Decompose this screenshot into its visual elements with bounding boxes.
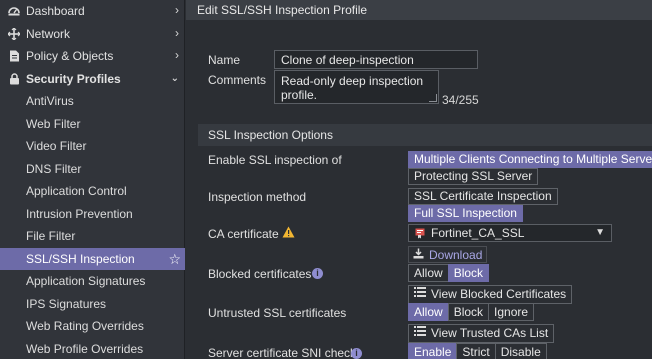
- chevron-right-icon: ›: [175, 48, 179, 62]
- sidebar-subitem-application-control[interactable]: Application Control: [0, 180, 185, 203]
- resize-handle-icon[interactable]: [429, 94, 437, 102]
- download-icon: [413, 248, 424, 262]
- view-blocked-certificates-button[interactable]: View Blocked Certificates: [408, 285, 573, 304]
- sidebar-subitem-file-filter[interactable]: File Filter: [0, 225, 185, 248]
- sidebar-subitem-application-signatures[interactable]: Application Signatures: [0, 270, 185, 293]
- sidebar-subitem-antivirus[interactable]: AntiVirus: [0, 90, 185, 113]
- sidebar-subitem-web-profile-overrides[interactable]: Web Profile Overrides: [0, 338, 185, 359]
- view-trusted-label: View Trusted CAs List: [431, 326, 549, 340]
- name-input[interactable]: Clone of deep-inspection: [274, 50, 478, 69]
- certificate-icon: [415, 228, 425, 239]
- comments-counter: 34/255: [442, 93, 479, 107]
- blocked-certificates-label: Blocked certificates: [208, 267, 312, 281]
- untrusted-allow-option[interactable]: Allow: [408, 303, 449, 321]
- dropdown-caret-icon: ▼: [595, 227, 605, 238]
- blocked-allow-option[interactable]: Allow: [408, 264, 449, 282]
- info-icon[interactable]: i: [351, 348, 362, 359]
- sidebar-subitem-web-filter[interactable]: Web Filter: [0, 113, 185, 136]
- view-blocked-label: View Blocked Certificates: [431, 287, 567, 301]
- sidebar-item-label: Network: [26, 26, 71, 41]
- untrusted-ignore-option[interactable]: Ignore: [488, 303, 535, 321]
- lock-icon: [7, 72, 21, 86]
- download-button[interactable]: Download: [408, 246, 488, 263]
- main-panel: Edit SSL/SSH Inspection Profile Name Clo…: [186, 0, 652, 359]
- sidebar: Dashboard › Network › Policy & Objects ›…: [0, 0, 185, 359]
- option-multiple-clients[interactable]: Multiple Clients Connecting to Multiple …: [408, 151, 652, 168]
- enable-ssl-label: Enable SSL inspection of: [208, 153, 342, 167]
- star-icon[interactable]: ☆: [168, 251, 181, 268]
- ca-certificate-label: CA certificate: [208, 227, 279, 241]
- untrusted-block-option[interactable]: Block: [447, 303, 490, 321]
- sni-enable-option[interactable]: Enable: [408, 343, 458, 359]
- inspection-method-label: Inspection method: [208, 190, 307, 204]
- sidebar-item-network[interactable]: Network ›: [0, 23, 185, 46]
- sidebar-subitem-ips-signatures[interactable]: IPS Signatures: [0, 293, 185, 316]
- sidebar-subitem-video-filter[interactable]: Video Filter: [0, 135, 185, 158]
- dashboard-icon: [7, 4, 21, 18]
- sidebar-subitem-intrusion-prevention[interactable]: Intrusion Prevention: [0, 203, 185, 226]
- policy-icon: [7, 49, 21, 63]
- info-icon[interactable]: i: [312, 268, 323, 279]
- comments-line-1: Read-only deep inspection: [281, 74, 424, 88]
- blocked-certificates-toggle: Allow Block: [408, 264, 490, 282]
- sni-check-toggle: Enable Strict Disable: [408, 343, 547, 359]
- sidebar-subitem-web-rating-overrides[interactable]: Web Rating Overrides: [0, 315, 185, 338]
- chevron-right-icon: ›: [175, 3, 179, 17]
- option-ssl-certificate-inspection[interactable]: SSL Certificate Inspection: [408, 188, 558, 205]
- sni-disable-option[interactable]: Disable: [494, 343, 547, 359]
- sidebar-item-label: Security Profiles: [26, 71, 121, 86]
- view-trusted-cas-button[interactable]: View Trusted CAs List: [408, 324, 555, 343]
- sidebar-subitem-dns-filter[interactable]: DNS Filter: [0, 158, 185, 181]
- comments-textarea[interactable]: Read-only deep inspection profile.: [274, 70, 439, 104]
- ca-certificate-select[interactable]: Fortinet_CA_SSL ▼: [408, 224, 612, 242]
- sidebar-subitem-ssl-ssh-inspection[interactable]: SSL/SSH Inspection ☆: [0, 247, 185, 270]
- warning-icon: [282, 226, 295, 241]
- sni-strict-option[interactable]: Strict: [456, 343, 496, 359]
- sidebar-item-label: Dashboard: [26, 4, 85, 19]
- page-title: Edit SSL/SSH Inspection Profile: [186, 0, 652, 20]
- download-label: Download: [429, 247, 483, 262]
- comments-label: Comments: [208, 73, 267, 87]
- sidebar-item-policy-objects[interactable]: Policy & Objects ›: [0, 45, 185, 68]
- comments-line-2: profile.: [281, 88, 318, 102]
- list-icon: [414, 286, 426, 303]
- sidebar-item-dashboard[interactable]: Dashboard ›: [0, 0, 185, 23]
- list-icon: [414, 325, 426, 342]
- name-label: Name: [208, 53, 241, 67]
- section-header-ssl-inspection-options: SSL Inspection Options: [198, 124, 652, 146]
- untrusted-ssl-label: Untrusted SSL certificates: [208, 306, 347, 320]
- ca-certificate-value: Fortinet_CA_SSL: [431, 226, 525, 240]
- network-icon: [7, 27, 21, 41]
- untrusted-ssl-toggle: Allow Block Ignore: [408, 303, 535, 321]
- sidebar-item-label: Policy & Objects: [26, 49, 114, 64]
- chevron-right-icon: ›: [175, 25, 179, 40]
- option-full-ssl-inspection[interactable]: Full SSL Inspection: [408, 205, 523, 222]
- blocked-block-option[interactable]: Block: [447, 264, 490, 282]
- option-protecting-ssl-server[interactable]: Protecting SSL Server: [408, 168, 539, 185]
- sidebar-item-security-profiles[interactable]: Security Profiles ⌄: [0, 68, 185, 91]
- sni-check-label: Server certificate SNI check: [208, 346, 357, 359]
- chevron-down-icon: ⌄: [170, 72, 179, 84]
